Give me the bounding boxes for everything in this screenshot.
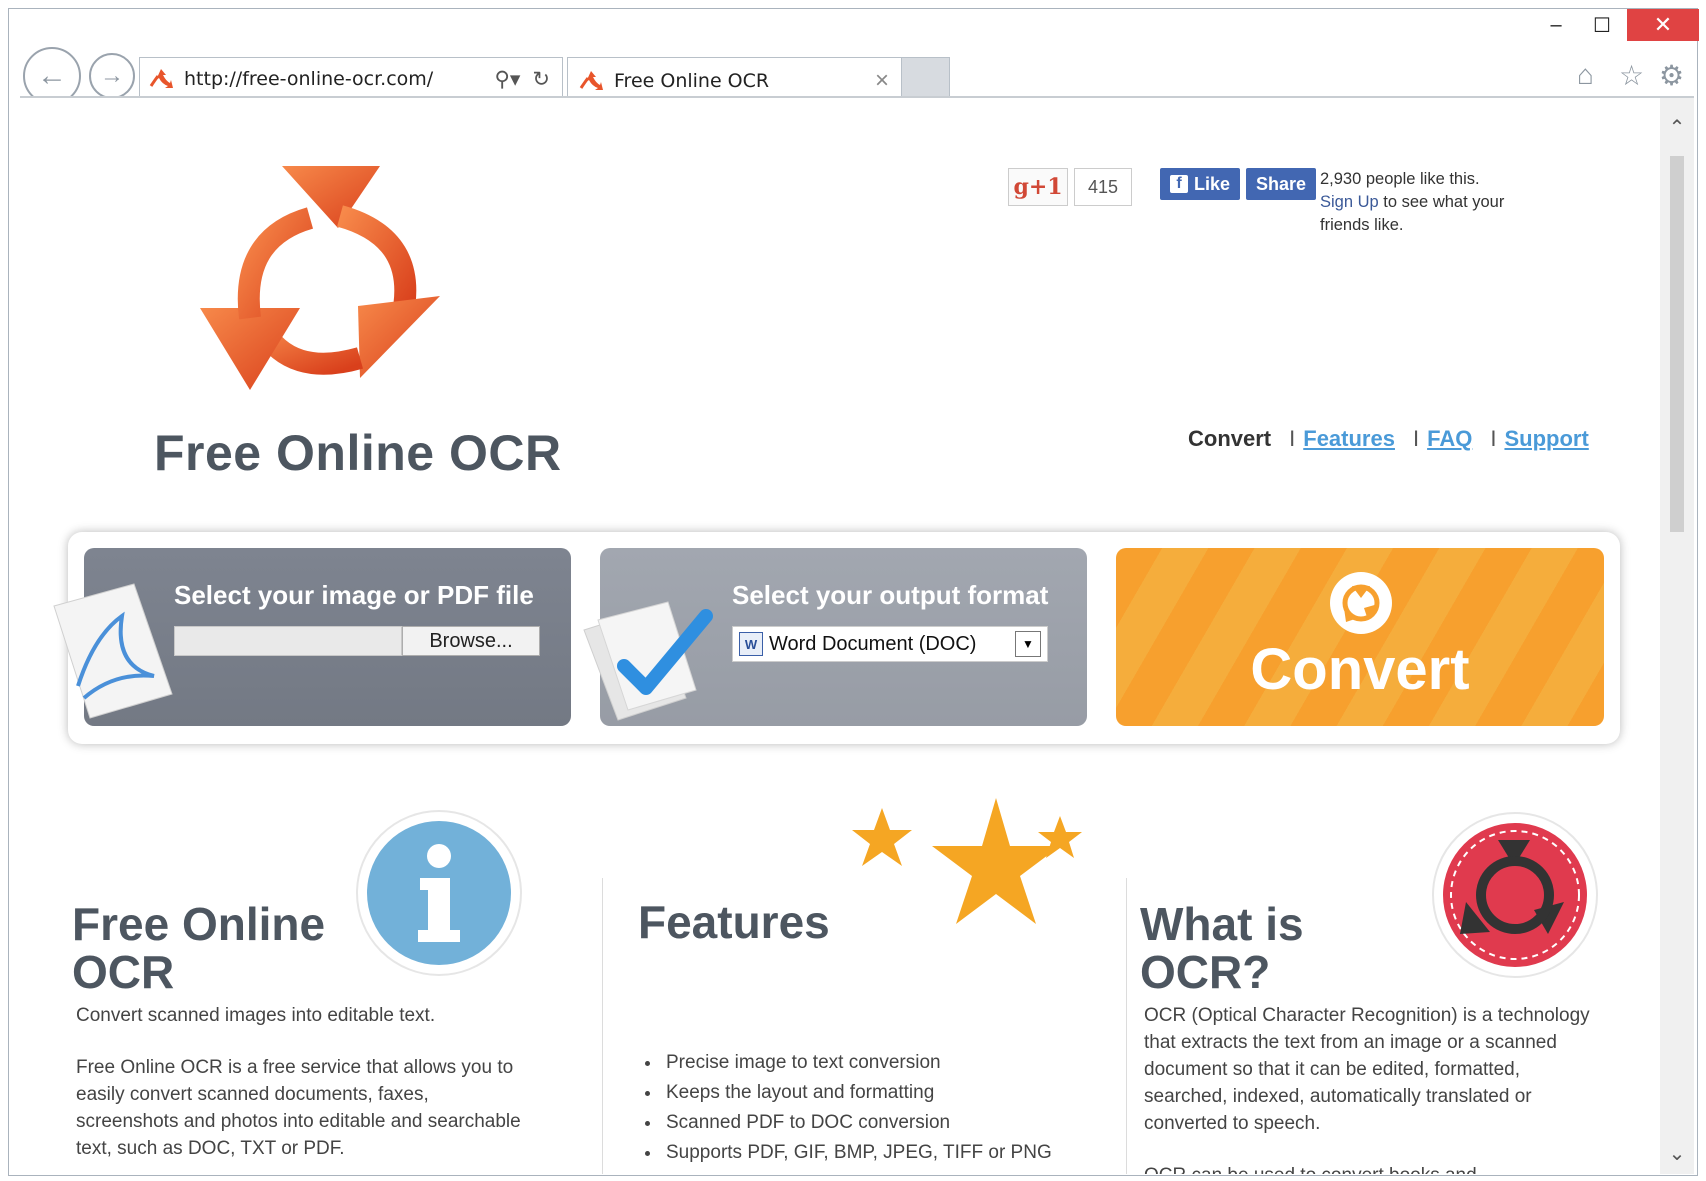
feature-item: Supports PDF, GIF, BMP, JPEG, TIFF or PN… <box>662 1138 1122 1168</box>
facebook-like-label: Like <box>1194 173 1231 194</box>
format-panel-title: Select your output format <box>732 580 1049 610</box>
ocr-logo-icon <box>200 166 440 390</box>
scroll-down-icon[interactable]: ⌄ <box>1660 1136 1694 1170</box>
facebook-like-text: 2,930 people like this. Sign Up to see w… <box>1320 168 1550 237</box>
nav-support[interactable]: Support <box>1504 426 1588 452</box>
scrollbar-thumb[interactable] <box>1670 156 1684 532</box>
stars-icon <box>852 798 1082 924</box>
maximize-button[interactable]: ☐ <box>1579 9 1625 41</box>
address-bar[interactable]: http://free-online-ocr.com/ ⚲▾ ↻ <box>139 57 563 101</box>
gear-icon[interactable]: ⚙ <box>1659 59 1684 92</box>
nav-separator: I <box>1412 426 1420 451</box>
home-icon[interactable]: ⌂ <box>1577 59 1594 91</box>
facebook-widget: f Like Share <box>1160 168 1322 200</box>
column-divider <box>1126 878 1127 1174</box>
file-panel-title: Select your image or PDF file <box>174 580 534 610</box>
features-list: Precise image to text conversion Keeps t… <box>662 1048 1122 1168</box>
minimize-button[interactable]: – <box>1533 9 1579 41</box>
nav-faq[interactable]: FAQ <box>1427 426 1472 452</box>
top-nav: Convert I Features I FAQ I Support <box>1188 426 1589 452</box>
pdf-document-icon <box>53 583 173 719</box>
convert-button[interactable]: Convert <box>1116 548 1604 726</box>
nav-features[interactable]: Features <box>1303 426 1395 452</box>
tab-close-icon[interactable]: × <box>875 67 889 95</box>
gplus-count: 415 <box>1074 168 1132 206</box>
what-is-ocr-body-continued: OCR can be used to convert books and <box>1144 1162 1604 1174</box>
about-intro: Convert scanned images into editable tex… <box>76 1005 436 1026</box>
address-url[interactable]: http://free-online-ocr.com/ <box>184 68 494 90</box>
search-icon[interactable]: ⚲▾ <box>494 67 520 92</box>
word-document-icon: W <box>739 632 763 656</box>
chevron-down-icon[interactable]: ▼ <box>1015 631 1041 657</box>
nav-convert[interactable]: Convert <box>1188 426 1271 452</box>
what-is-ocr-title: What is OCR? <box>1140 898 1304 998</box>
facebook-like-count: 2,930 people like this. <box>1320 170 1480 188</box>
facebook-signup-link[interactable]: Sign Up <box>1320 193 1379 211</box>
features-title: Features <box>638 896 830 948</box>
star-icon[interactable]: ☆ <box>1619 59 1644 92</box>
site-name: Free Online OCR <box>154 425 562 481</box>
page-viewport: Free Online OCR g+1 415 f Like Share 2,93… <box>20 96 1694 1174</box>
what-is-ocr-body: OCR (Optical Character Recognition) is a… <box>1144 1005 1590 1134</box>
feature-item: Keeps the layout and formatting <box>662 1078 1122 1108</box>
output-format-value: Word Document (DOC) <box>769 632 977 655</box>
checkmark-documents-icon <box>583 601 713 721</box>
vertical-scrollbar[interactable]: ⌃ ⌄ <box>1660 98 1694 1174</box>
gplus-widget: g+1 415 <box>1008 168 1132 206</box>
file-path-input[interactable] <box>174 626 402 656</box>
convert-label: Convert <box>1250 637 1470 702</box>
info-icon <box>356 810 522 976</box>
scroll-up-icon[interactable]: ⌃ <box>1660 110 1694 144</box>
ocr-cycle-icon <box>1432 812 1598 978</box>
output-format-select[interactable]: W Word Document (DOC) ▼ <box>732 626 1048 662</box>
gplus-button[interactable]: g+1 <box>1008 168 1068 206</box>
feature-item: Scanned PDF to DOC conversion <box>662 1108 1122 1138</box>
column-divider <box>602 878 603 1174</box>
facebook-icon: f <box>1170 175 1188 193</box>
nav-separator: I <box>1490 426 1497 451</box>
convert-cycle-icon <box>1330 572 1392 634</box>
close-window-button[interactable]: ✕ <box>1627 9 1699 41</box>
nav-separator: I <box>1289 426 1296 451</box>
converter-box: Select your image or PDF file Browse... … <box>53 532 1620 744</box>
tab-title: Free Online OCR <box>614 69 770 92</box>
about-title: Free Online OCR <box>72 898 326 998</box>
forward-arrow-icon[interactable]: → <box>89 53 135 99</box>
facebook-share-button[interactable]: Share <box>1246 168 1317 200</box>
about-body: Free Online OCR is a free service that a… <box>76 1057 521 1159</box>
tab-favicon-icon <box>579 70 603 90</box>
refresh-icon[interactable]: ↻ <box>532 67 550 92</box>
site-favicon-icon <box>149 69 173 88</box>
feature-item: Precise image to text conversion <box>662 1048 1122 1078</box>
browse-button[interactable]: Browse... <box>402 626 540 656</box>
facebook-like-button[interactable]: f Like <box>1160 168 1241 200</box>
